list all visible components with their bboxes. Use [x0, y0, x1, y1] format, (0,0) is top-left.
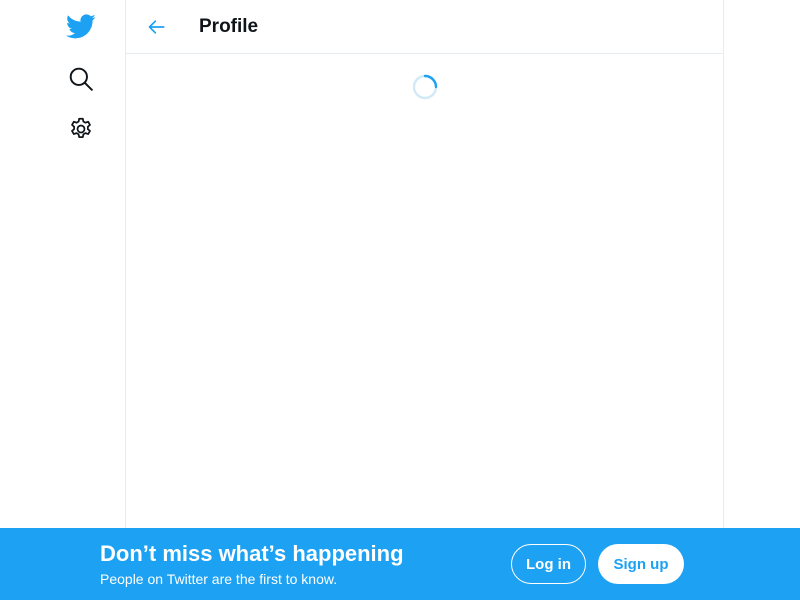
main-column: Profile — [125, 0, 724, 600]
signup-button[interactable]: Sign up — [598, 544, 684, 584]
twitter-bird-icon[interactable] — [64, 9, 98, 43]
page-title: Profile — [199, 16, 259, 37]
gear-icon[interactable] — [64, 112, 98, 146]
back-button[interactable] — [142, 12, 172, 42]
page-header: Profile — [126, 0, 723, 54]
left-navigation — [0, 0, 126, 600]
search-icon[interactable] — [64, 62, 98, 96]
loading-spinner-icon — [412, 74, 438, 100]
signup-banner: Don’t miss what’s happening People on Tw… — [0, 528, 800, 600]
app-root: Profile Don’t miss what’s happening Peop… — [0, 0, 800, 600]
banner-headline: Don’t miss what’s happening — [100, 541, 404, 566]
login-button[interactable]: Log in — [511, 544, 586, 584]
arrow-left-icon — [148, 20, 165, 34]
banner-subtext: People on Twitter are the first to know. — [100, 571, 338, 587]
